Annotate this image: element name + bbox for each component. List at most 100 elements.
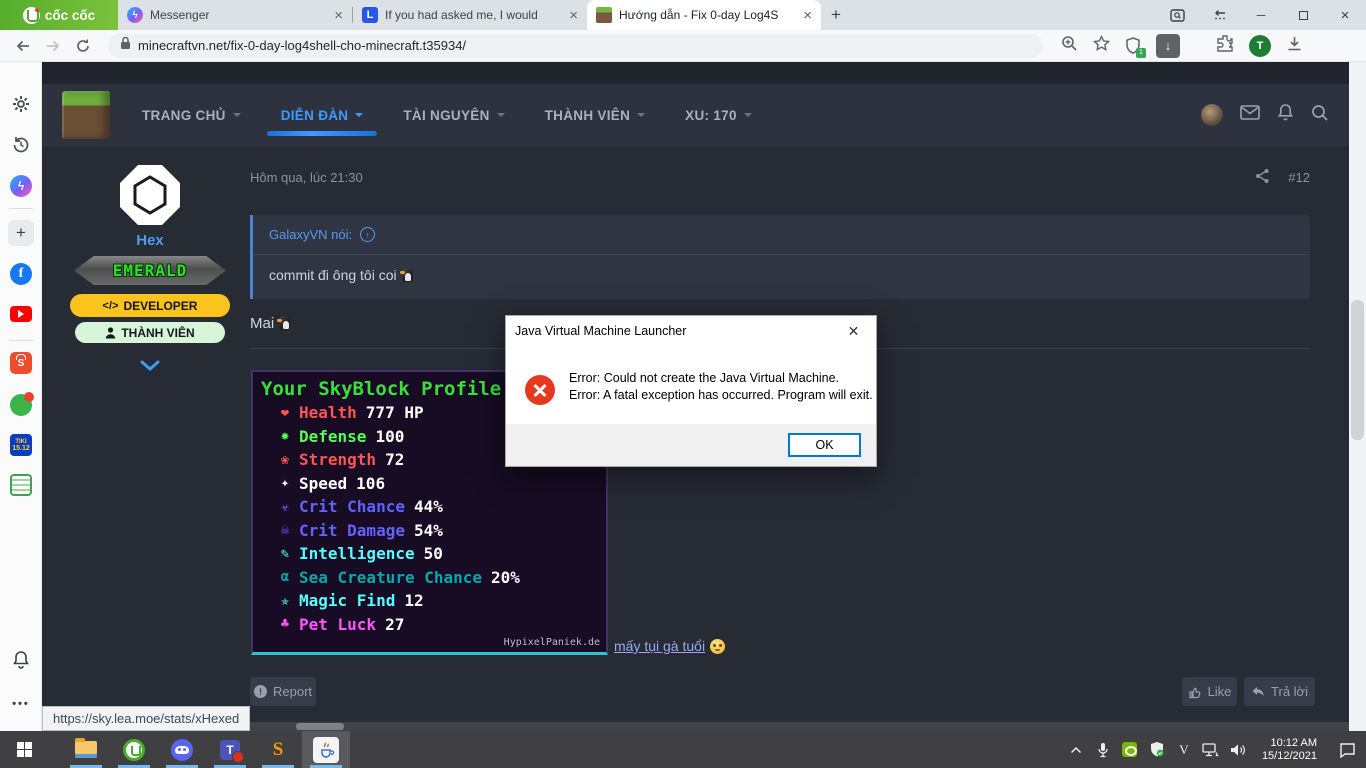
action-center-icon[interactable] <box>1332 742 1362 758</box>
taskbar-coccoc[interactable] <box>110 731 158 768</box>
defense-icon: ✸ <box>280 428 290 445</box>
report-button[interactable]: ! Report <box>250 677 316 706</box>
messenger-icon[interactable]: ϟ <box>0 175 42 197</box>
tab-lingq[interactable]: L If you had asked me, I would × <box>353 0 587 30</box>
tab-minecraftvn-active[interactable]: Hướng dẫn - Fix 0-day Log4S × <box>587 0 821 30</box>
taskbar-sublime[interactable]: S <box>254 731 302 768</box>
extensions-puzzle-icon[interactable] <box>1216 34 1234 57</box>
java-icon <box>313 736 339 763</box>
defender-shield-icon[interactable] <box>1148 741 1166 758</box>
tab-close-icon[interactable]: × <box>803 8 812 23</box>
post-meta-row: Hôm qua, lúc 21:30 #12 <box>250 168 1310 187</box>
reply-button[interactable]: Trả lời <box>1244 677 1315 706</box>
profile-avatar[interactable]: T <box>1249 34 1271 57</box>
close-window-button[interactable]: × <box>1324 0 1366 30</box>
quote-header[interactable]: GalaxyVN nói: ↑ <box>253 215 1310 255</box>
new-tab-button[interactable]: + <box>831 5 841 25</box>
coccoc-brand[interactable]: cốc cốc <box>0 0 118 30</box>
history-icon[interactable] <box>0 135 42 155</box>
post-link[interactable]: mấy tụi gà tuổi <box>614 638 726 654</box>
tab-title: Hướng dẫn - Fix 0-day Log4S <box>619 8 779 22</box>
nav-item-trang-chu[interactable]: TRANG CHỦ <box>142 108 241 123</box>
speaker-icon[interactable] <box>1229 743 1247 757</box>
downloads-icon[interactable] <box>1286 35 1303 57</box>
horizontal-scrollbar-thumb[interactable] <box>296 723 344 730</box>
author-avatar[interactable] <box>118 163 182 232</box>
minecraftvn-logo[interactable] <box>62 91 110 139</box>
nvidia-icon[interactable] <box>1121 742 1139 757</box>
status-bar-link: https://sky.lea.moe/stats/xHexed <box>42 706 251 731</box>
ok-button[interactable]: OK <box>788 433 861 457</box>
taskbar-java[interactable] <box>302 731 350 768</box>
notifications-bell-icon[interactable] <box>0 650 42 670</box>
tab-title: If you had asked me, I would <box>385 8 538 22</box>
mail-icon[interactable] <box>1240 105 1260 125</box>
dialog-close-icon[interactable]: ✕ <box>831 316 876 346</box>
quote-block: GalaxyVN nói: ↑ commit đi ông tôi coi <box>250 215 1310 299</box>
youtube-icon[interactable] <box>0 306 42 322</box>
expand-chevron-icon[interactable] <box>140 358 160 376</box>
nav-item-xu[interactable]: XU: 170 <box>685 108 752 123</box>
deals-icon[interactable] <box>0 392 42 416</box>
chevron-down-icon <box>232 113 241 117</box>
user-avatar-small[interactable] <box>1201 104 1223 126</box>
chevron-down-icon <box>496 113 505 117</box>
taskbar-discord[interactable] <box>158 731 206 768</box>
forum-navbar: TRANG CHỦ DIỄN ĐÀN TÀI NGUYÊN THÀNH VIÊN… <box>42 84 1349 146</box>
author-name[interactable]: Hex <box>42 232 258 249</box>
reload-button[interactable] <box>68 38 98 54</box>
address-bar[interactable]: minecraftvn.net/fix-0-day-log4shell-cho-… <box>108 33 1043 58</box>
post-timestamp[interactable]: Hôm qua, lúc 21:30 <box>250 170 363 185</box>
start-button[interactable] <box>0 731 48 768</box>
tab-close-icon[interactable]: × <box>569 8 578 23</box>
taskbar-clock[interactable]: 10:12 AM 15/12/2021 <box>1256 737 1323 763</box>
settings-gear-icon[interactable] <box>0 94 42 114</box>
minecraft-icon <box>596 7 612 23</box>
microphone-icon[interactable] <box>1094 742 1112 758</box>
search-icon[interactable] <box>1311 104 1329 127</box>
v-app-icon[interactable]: V <box>1175 742 1193 758</box>
taskbar-teams[interactable]: T <box>206 731 254 768</box>
speed-icon: ✦ <box>280 475 290 492</box>
active-download-icon[interactable]: ↓ <box>1156 33 1180 58</box>
vertical-scrollbar-thumb[interactable] <box>1351 300 1364 440</box>
vertical-scrollbar[interactable] <box>1349 62 1366 731</box>
facebook-icon[interactable]: f <box>0 263 42 285</box>
reopen-tab-icon[interactable] <box>1198 0 1240 30</box>
tab-messenger[interactable]: ϟ Messenger × <box>118 0 352 30</box>
like-button[interactable]: Like <box>1182 677 1237 706</box>
crit-damage-icon: ☠ <box>280 522 290 539</box>
news-icon[interactable] <box>0 474 42 496</box>
more-options-icon[interactable]: ••• <box>0 698 42 710</box>
thumbs-up-icon <box>1188 687 1201 698</box>
tab-search-icon[interactable] <box>1156 0 1198 30</box>
clock-time: 10:12 AM <box>1270 736 1317 749</box>
dialog-titlebar[interactable]: Java Virtual Machine Launcher <box>506 316 876 346</box>
adblock-shield-icon[interactable]: 1 <box>1125 36 1146 58</box>
post-number[interactable]: #12 <box>1288 170 1310 185</box>
tray-chevron-up-icon[interactable] <box>1067 746 1085 754</box>
windows-logo-icon <box>16 742 32 757</box>
network-icon[interactable] <box>1202 742 1220 757</box>
share-icon[interactable] <box>1255 168 1270 187</box>
stat-row-speed: ✦ Speed 106 <box>261 472 598 496</box>
back-button[interactable] <box>8 39 38 53</box>
zoom-icon[interactable] <box>1061 35 1078 57</box>
tab-close-icon[interactable]: × <box>334 8 343 23</box>
alerts-bell-icon[interactable] <box>1277 103 1294 127</box>
add-shortcut-button[interactable]: + <box>0 220 42 246</box>
maximize-button[interactable] <box>1282 0 1324 30</box>
rank-banner-emerald: EMERALD <box>74 255 226 286</box>
bookmark-star-icon[interactable] <box>1092 34 1111 57</box>
forward-button[interactable] <box>38 39 68 53</box>
tiki-icon[interactable]: TIKI 15.12 <box>0 434 42 456</box>
nav-item-tai-nguyen[interactable]: TÀI NGUYÊN <box>403 108 505 123</box>
pet-luck-icon: ♣ <box>280 616 290 633</box>
minimize-button[interactable]: ─ <box>1240 0 1282 30</box>
nav-item-thanh-vien[interactable]: THÀNH VIÊN <box>545 108 646 123</box>
expand-quote-icon[interactable]: ↑ <box>360 227 376 242</box>
nav-item-dien-dan[interactable]: DIỄN ĐÀN <box>266 108 377 136</box>
taskbar-file-explorer[interactable] <box>62 731 110 768</box>
system-tray: V 10:12 AM 15/12/2021 <box>1067 731 1366 768</box>
shopee-icon[interactable]: S <box>0 352 42 374</box>
